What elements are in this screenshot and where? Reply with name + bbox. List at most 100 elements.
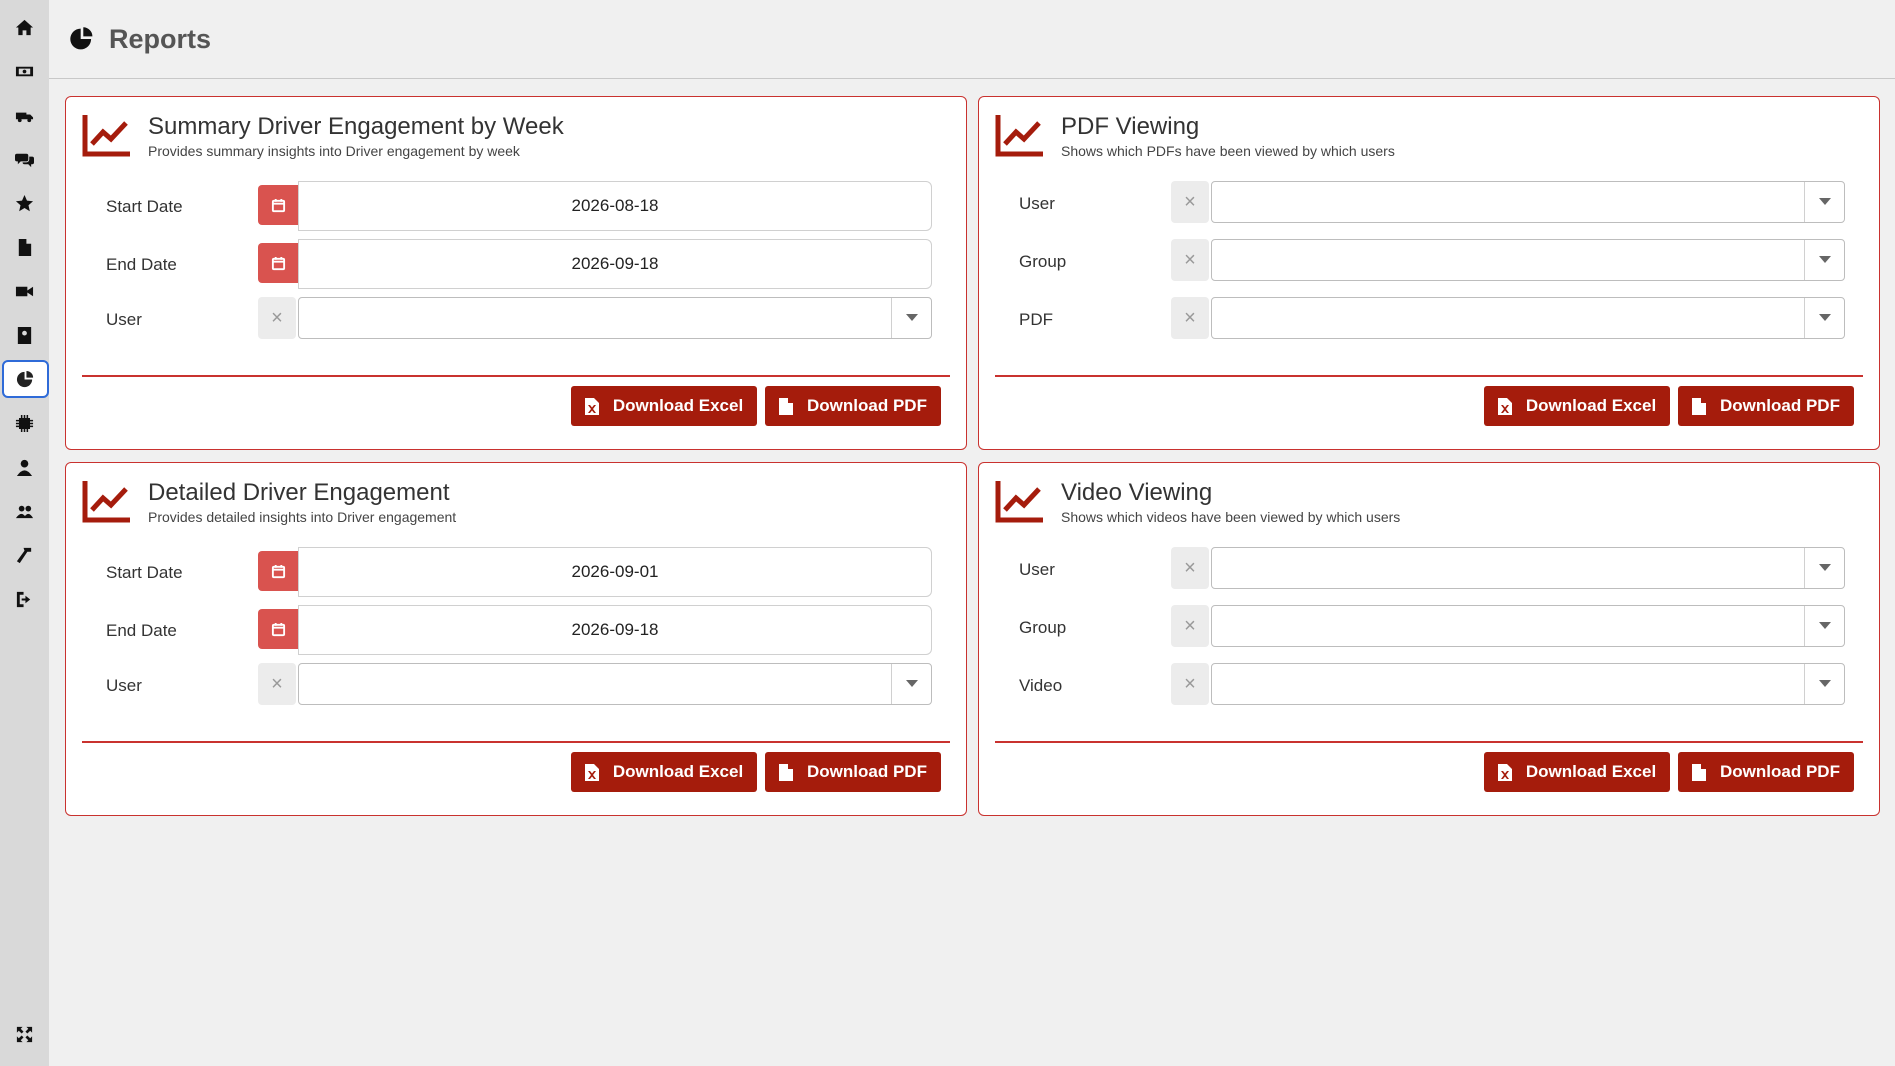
video-camera-icon <box>15 286 34 296</box>
report-card-summary-engagement: Summary Driver Engagement by Week Provid… <box>65 96 967 450</box>
calendar-icon <box>271 622 285 636</box>
video-select[interactable] <box>1211 663 1845 705</box>
pdf-file-icon <box>1692 763 1707 781</box>
download-pdf-button[interactable]: Download PDF <box>1678 752 1854 792</box>
pdf-file-icon <box>1692 397 1707 415</box>
card-title: PDF Viewing <box>1061 113 1200 140</box>
nav-contacts[interactable] <box>0 316 49 354</box>
clear-group-button[interactable]: × <box>1171 239 1209 281</box>
nav-truck[interactable] <box>0 96 49 134</box>
close-icon: × <box>1184 556 1196 579</box>
end-date-input[interactable] <box>298 239 932 289</box>
video-label: Video <box>1019 676 1063 695</box>
download-excel-button[interactable]: Download Excel <box>571 386 757 426</box>
end-date-calendar-button[interactable] <box>258 243 298 283</box>
sidebar <box>0 0 49 1066</box>
end-date-input[interactable] <box>298 605 932 655</box>
close-icon: × <box>271 306 283 329</box>
page-title: Reports <box>109 23 212 54</box>
nav-money[interactable] <box>0 52 49 90</box>
user-row: User × <box>66 663 966 713</box>
logout-icon <box>16 591 31 607</box>
pdf-row: PDF × <box>979 297 1879 347</box>
user-select[interactable] <box>298 663 932 705</box>
chevron-down-icon <box>1818 680 1831 687</box>
chevron-down-icon <box>1818 564 1831 571</box>
excel-file-icon <box>1497 763 1512 781</box>
close-icon: × <box>1184 190 1196 213</box>
nav-messages[interactable] <box>0 140 49 178</box>
divider <box>82 741 950 743</box>
nav-pdfs[interactable] <box>0 228 49 266</box>
pie-chart-icon <box>70 27 93 50</box>
clear-user-button[interactable]: × <box>1171 547 1209 589</box>
nav-videos[interactable] <box>0 272 49 310</box>
end-date-calendar-button[interactable] <box>258 609 298 649</box>
group-select[interactable] <box>1211 605 1845 647</box>
nav-expand[interactable] <box>0 1015 49 1053</box>
end-date-label: End Date <box>106 621 177 640</box>
video-row: Video × <box>979 663 1879 713</box>
nav-reports[interactable] <box>2 360 49 398</box>
start-date-row: Start Date <box>66 181 966 231</box>
report-card-pdf-viewing: PDF Viewing Shows which PDFs have been v… <box>978 96 1880 450</box>
clear-video-button[interactable]: × <box>1171 663 1209 705</box>
chevron-down-icon <box>1818 622 1831 629</box>
user-label: User <box>1019 560 1055 579</box>
user-select[interactable] <box>1211 547 1845 589</box>
download-excel-button[interactable]: Download Excel <box>571 752 757 792</box>
user-row: User × <box>979 547 1879 597</box>
line-chart-icon <box>82 479 132 523</box>
card-subtitle: Shows which videos have been viewed by w… <box>1061 509 1401 525</box>
home-icon <box>15 19 34 35</box>
hammer-icon <box>16 547 32 563</box>
download-excel-button[interactable]: Download Excel <box>1484 752 1670 792</box>
close-icon: × <box>271 672 283 695</box>
nav-home[interactable] <box>0 8 49 46</box>
nav-users[interactable] <box>0 492 49 530</box>
card-title: Detailed Driver Engagement <box>148 479 450 506</box>
group-row: Group × <box>979 239 1879 289</box>
card-title: Summary Driver Engagement by Week <box>148 113 564 140</box>
user-select[interactable] <box>298 297 932 339</box>
nav-favorites[interactable] <box>0 184 49 222</box>
user-select[interactable] <box>1211 181 1845 223</box>
group-select[interactable] <box>1211 239 1845 281</box>
download-pdf-button[interactable]: Download PDF <box>765 752 941 792</box>
chip-icon <box>15 414 34 432</box>
excel-file-icon <box>584 763 599 781</box>
start-date-calendar-button[interactable] <box>258 551 298 591</box>
calendar-icon <box>271 564 285 578</box>
divider <box>82 375 950 377</box>
nav-devices[interactable] <box>0 404 49 442</box>
download-excel-button[interactable]: Download Excel <box>1484 386 1670 426</box>
pdf-select[interactable] <box>1211 297 1845 339</box>
clear-user-button[interactable]: × <box>258 297 296 339</box>
card-subtitle: Provides summary insights into Driver en… <box>148 143 520 159</box>
clear-pdf-button[interactable]: × <box>1171 297 1209 339</box>
divider <box>995 375 1863 377</box>
user-row: User × <box>66 297 966 347</box>
download-pdf-button[interactable]: Download PDF <box>1678 386 1854 426</box>
users-icon <box>15 505 34 518</box>
close-icon: × <box>1184 672 1196 695</box>
truck-icon <box>15 112 34 122</box>
chat-icon <box>15 153 34 167</box>
clear-user-button[interactable]: × <box>258 663 296 705</box>
nav-tools[interactable] <box>0 536 49 574</box>
pdf-file-icon <box>18 238 32 256</box>
start-date-input[interactable] <box>298 181 932 231</box>
start-date-input[interactable] <box>298 547 932 597</box>
end-date-row: End Date <box>66 239 966 289</box>
download-pdf-button[interactable]: Download PDF <box>765 386 941 426</box>
start-date-calendar-button[interactable] <box>258 185 298 225</box>
clear-group-button[interactable]: × <box>1171 605 1209 647</box>
pdf-file-icon <box>779 763 794 781</box>
excel-file-icon <box>1497 397 1512 415</box>
report-card-detailed-engagement: Detailed Driver Engagement Provides deta… <box>65 462 967 816</box>
clear-user-button[interactable]: × <box>1171 181 1209 223</box>
report-card-video-viewing: Video Viewing Shows which videos have be… <box>978 462 1880 816</box>
nav-user[interactable] <box>0 448 49 486</box>
chevron-down-icon <box>905 680 918 687</box>
nav-logout[interactable] <box>0 580 49 618</box>
